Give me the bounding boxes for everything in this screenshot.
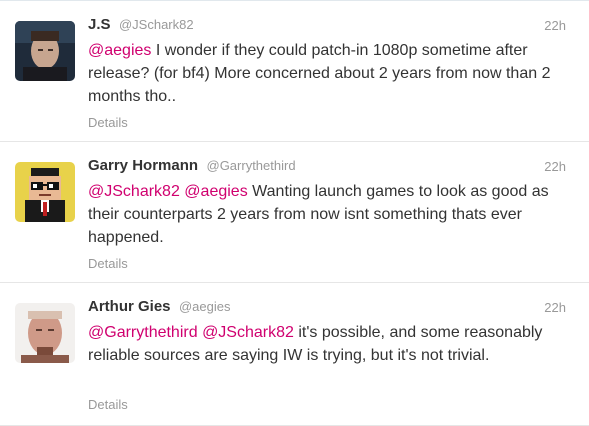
tweet-username[interactable]: @JSchark82 xyxy=(119,17,194,32)
tweet-header: Arthur Gies @aegies 22h xyxy=(88,298,568,318)
tweet-fullname[interactable]: J.S xyxy=(88,16,111,33)
tweet-item[interactable]: J.S @JSchark82 22h @aegies I wonder if t… xyxy=(0,1,589,142)
avatar[interactable] xyxy=(15,303,75,363)
tweet-item[interactable]: Garry Hormann @Garrythethird 22h @JSchar… xyxy=(0,142,589,283)
tweet-text: @Garrythethird @JSchark82 it's possible,… xyxy=(88,321,568,367)
details-link[interactable]: Details xyxy=(88,115,128,130)
mention-link[interactable]: @Garrythethird xyxy=(88,324,198,341)
tweet-username[interactable]: @aegies xyxy=(179,299,231,314)
tweet-text: @JSchark82 @aegies Wanting launch games … xyxy=(88,180,568,249)
tweet-header: J.S @JSchark82 22h xyxy=(88,16,568,36)
tweet-timestamp[interactable]: 22h xyxy=(544,300,566,315)
details-link[interactable]: Details xyxy=(88,397,128,412)
tweet-item[interactable]: Arthur Gies @aegies 22h @Garrythethird @… xyxy=(0,283,589,426)
tweet-timestamp[interactable]: 22h xyxy=(544,18,566,33)
tweet-fullname[interactable]: Arthur Gies xyxy=(88,298,171,315)
tweet-username[interactable]: @Garrythethird xyxy=(207,158,296,173)
mention-link[interactable]: @aegies xyxy=(88,42,151,59)
tweet-header: Garry Hormann @Garrythethird 22h xyxy=(88,157,568,177)
mention-link[interactable]: @JSchark82 xyxy=(202,324,294,341)
avatar-pixel-art-icon xyxy=(15,162,75,222)
mention-link[interactable]: @JSchark82 xyxy=(88,183,180,200)
tweet-timestamp[interactable]: 22h xyxy=(544,159,566,174)
avatar-photo-icon xyxy=(15,303,75,363)
tweet-fullname[interactable]: Garry Hormann xyxy=(88,157,198,174)
tweet-timeline: J.S @JSchark82 22h @aegies I wonder if t… xyxy=(0,0,589,426)
avatar[interactable] xyxy=(15,162,75,222)
avatar-js-icon xyxy=(15,21,75,81)
avatar[interactable] xyxy=(15,21,75,81)
tweet-text: @aegies I wonder if they could patch-in … xyxy=(88,39,568,108)
details-link[interactable]: Details xyxy=(88,256,128,271)
tweet-body: I wonder if they could patch-in 1080p so… xyxy=(88,42,551,105)
mention-link[interactable]: @aegies xyxy=(184,183,247,200)
